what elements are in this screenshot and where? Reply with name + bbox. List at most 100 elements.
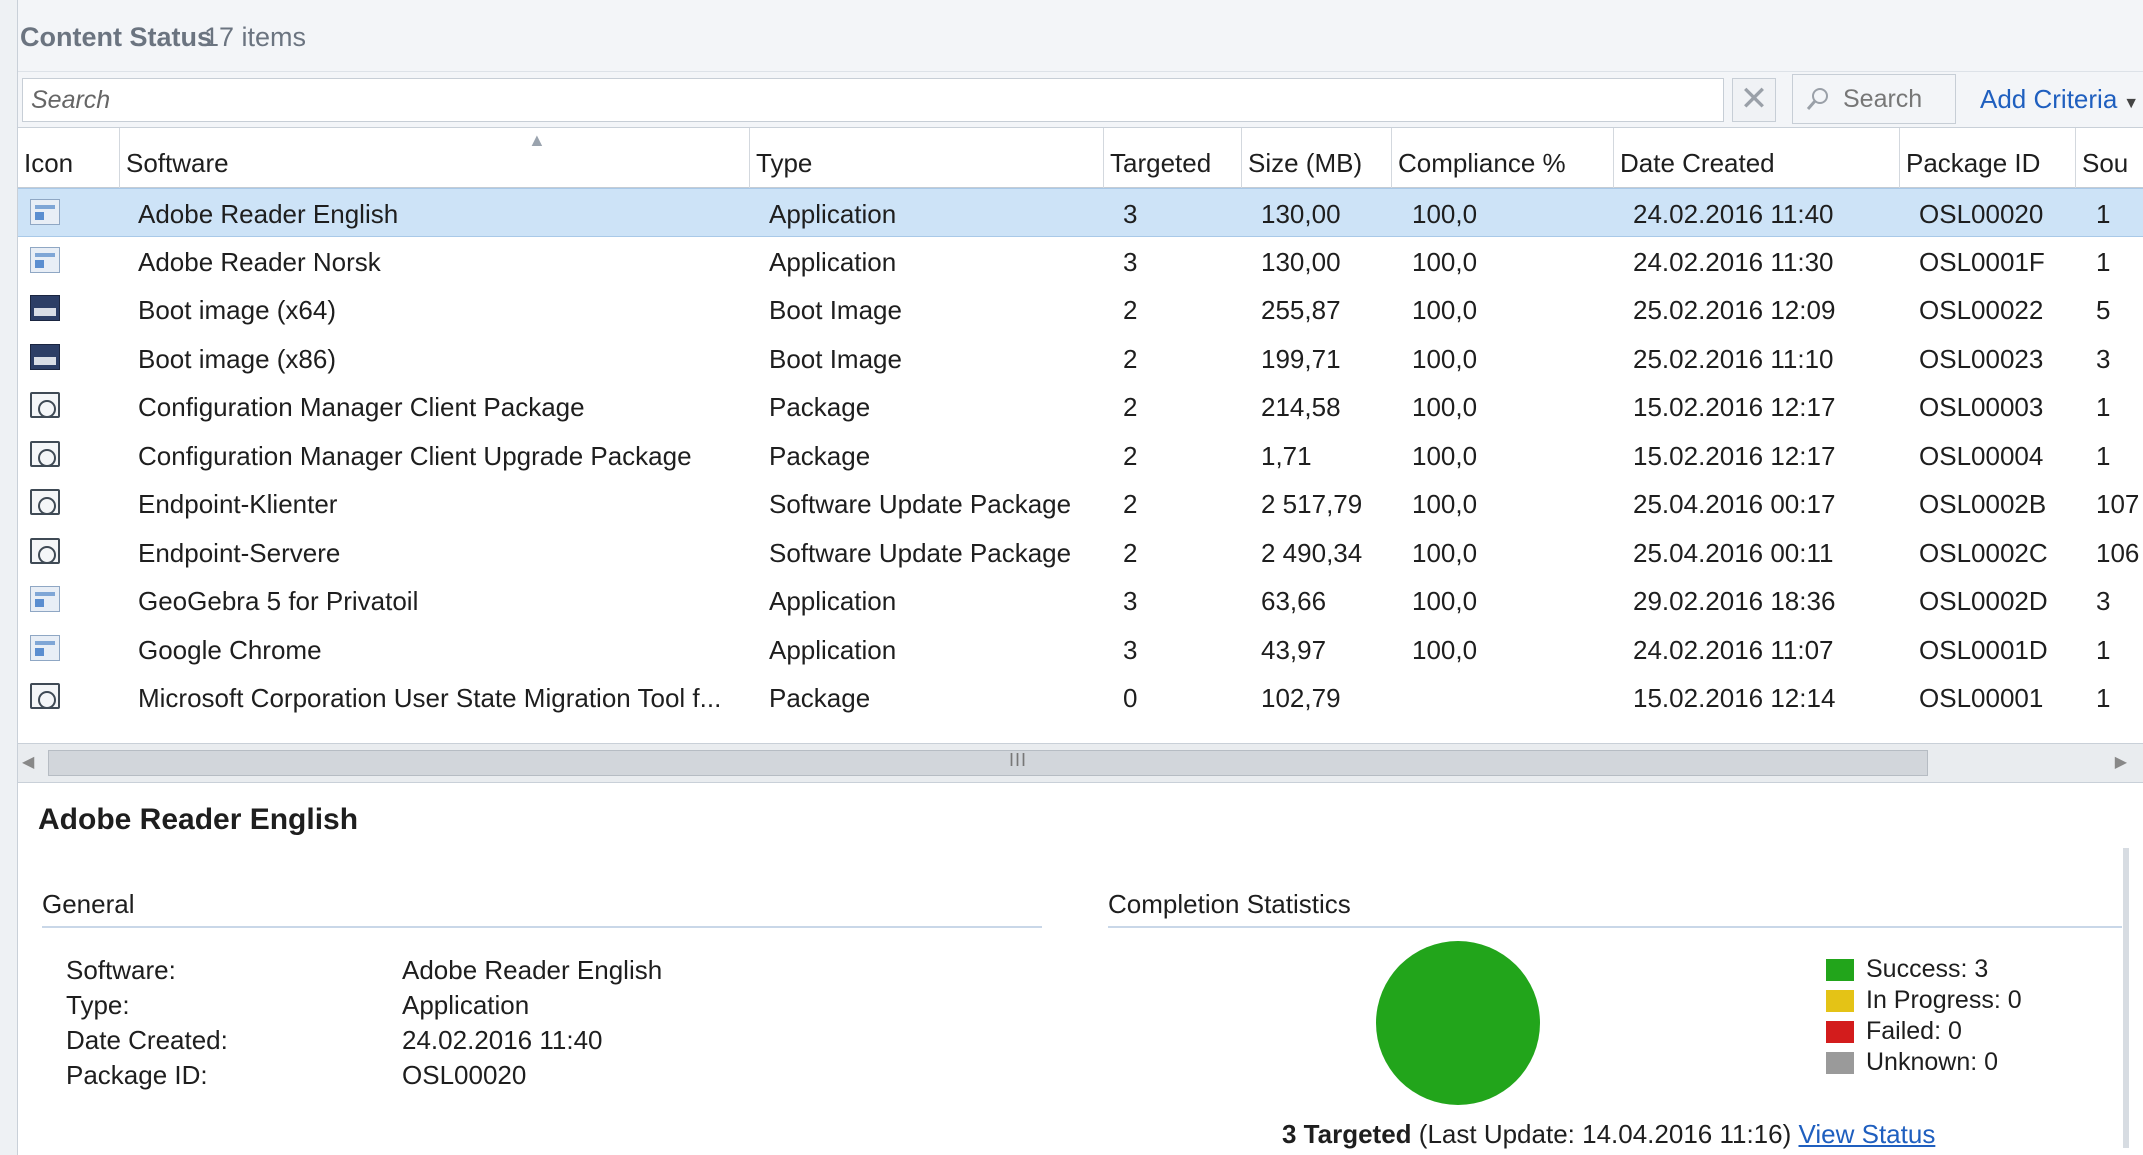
- table-row[interactable]: Boot image (x64) Boot Image 2 255,87 100,0 25…: [18, 285, 2143, 334]
- table-row[interactable]: Microsoft Corporation User State Migrati…: [18, 673, 2143, 722]
- targeted-count: 3 Targeted: [1282, 1119, 1412, 1149]
- boot-image-icon: [30, 295, 60, 321]
- field-value-type: Application: [402, 990, 530, 1020]
- cell-software: Boot image (x64): [138, 295, 336, 325]
- cell-size: 130,00: [1261, 199, 1341, 229]
- table-row[interactable]: Endpoint-Servere Software Update Package 2…: [18, 528, 2143, 577]
- legend-label-failed: Failed: 0: [1866, 1017, 1962, 1045]
- search-input[interactable]: [22, 78, 1724, 122]
- cell-targeted: 2: [1123, 440, 1138, 471]
- cell-compliance: 100,0: [1412, 295, 1478, 325]
- cell-compliance: 100,0: [1412, 199, 1478, 229]
- cell-software: Configuration Manager Client Package: [138, 392, 585, 422]
- table-row[interactable]: Adobe Reader English Application 3 130,00 10…: [18, 188, 2143, 237]
- cell-type: Package: [769, 683, 871, 713]
- cell-compliance: 100,0: [1412, 489, 1478, 519]
- cell-software: Configuration Manager Client Upgrade Pac…: [138, 440, 692, 471]
- table-row[interactable]: Boot image (x86) Boot Image 2 199,71 100,0 25…: [18, 334, 2143, 383]
- table-header: Icon ▲ Software Type Targeted Size (MB) C…: [18, 128, 2143, 188]
- cell-package-id: OSL0002C: [1919, 537, 2048, 568]
- table-row[interactable]: Endpoint-Klienter Software Update Package…: [18, 479, 2143, 528]
- table-row[interactable]: Google Chrome Application 3 43,97 100,0 24.02…: [18, 625, 2143, 674]
- column-header-source[interactable]: Sou: [2076, 128, 2143, 188]
- cell-package-id: OSL00020: [1919, 199, 2044, 229]
- column-header-date-created[interactable]: Date Created: [1614, 128, 1900, 188]
- content-status-window: Content Status 17 items ✕ Search Add Cri…: [0, 0, 2143, 1155]
- cell-source: 1: [2096, 392, 2111, 422]
- cell-targeted: 2: [1123, 295, 1138, 325]
- cell-compliance: 100,0: [1412, 634, 1478, 665]
- cell-size: 255,87: [1261, 295, 1341, 325]
- column-header-software[interactable]: ▲ Software: [120, 128, 750, 188]
- targeted-summary: 3 Targeted (Last Update: 14.04.2016 11:1…: [1282, 1119, 1935, 1150]
- cell-source: 1: [2096, 440, 2111, 471]
- scroll-left-icon[interactable]: ◀: [22, 752, 34, 772]
- cell-source: 107: [2096, 489, 2140, 519]
- column-header-icon[interactable]: Icon: [18, 128, 120, 188]
- application-icon: [30, 634, 60, 661]
- legend-label-success: Success: 3: [1866, 955, 1989, 983]
- package-icon: [30, 392, 60, 418]
- item-count: 17 items: [204, 22, 307, 52]
- application-icon: [30, 246, 60, 273]
- column-header-software-label: Software: [126, 148, 229, 178]
- cell-type: Application: [769, 246, 897, 277]
- cell-size: 2 490,34: [1261, 537, 1363, 568]
- column-header-type[interactable]: Type: [750, 128, 1104, 188]
- column-header-compliance[interactable]: Compliance %: [1392, 128, 1614, 188]
- table-row[interactable]: Configuration Manager Client Upgrade Pac…: [18, 431, 2143, 480]
- cell-targeted: 2: [1123, 392, 1138, 422]
- scrollbar-grip: III: [1009, 750, 1028, 770]
- field-label-software: Software:: [66, 955, 176, 985]
- package-icon: [30, 489, 60, 515]
- cell-compliance: 100,0: [1412, 343, 1478, 374]
- cell-package-id: OSL0001F: [1919, 246, 2045, 277]
- pie-slice: [1376, 941, 1540, 1105]
- scrollbar-thumb[interactable]: III: [48, 750, 1928, 776]
- cell-targeted: 2: [1123, 343, 1138, 374]
- clear-search-button[interactable]: ✕: [1732, 78, 1776, 122]
- boot-image-icon: [30, 343, 60, 370]
- cell-source: 1: [2096, 246, 2111, 277]
- cell-package-id: OSL00004: [1919, 440, 2044, 471]
- cell-size: 63,66: [1261, 586, 1327, 616]
- horizontal-scrollbar[interactable]: ◀ III ▶: [18, 743, 2143, 783]
- close-icon: ✕: [1739, 80, 1769, 118]
- cell-software: GeoGebra 5 for Privatoil: [138, 586, 419, 616]
- column-header-package-id[interactable]: Package ID: [1900, 128, 2076, 188]
- column-header-size[interactable]: Size (MB): [1242, 128, 1392, 188]
- legend-success: Success: 3: [1826, 955, 1988, 984]
- cell-source: 5: [2096, 295, 2111, 325]
- cell-type: Package: [769, 440, 871, 471]
- cell-software: Boot image (x86): [138, 343, 336, 374]
- table-row[interactable]: Configuration Manager Client Package Pack…: [18, 382, 2143, 431]
- table-row[interactable]: Adobe Reader Norsk Application 3 130,00 100,…: [18, 237, 2143, 286]
- left-border: [0, 0, 18, 1155]
- cell-type: Software Update Package: [769, 537, 1072, 568]
- cell-targeted: 3: [1123, 246, 1138, 277]
- cell-source: 3: [2096, 343, 2111, 374]
- cell-type: Software Update Package: [769, 489, 1072, 519]
- cell-targeted: 3: [1123, 199, 1138, 229]
- scroll-right-icon[interactable]: ▶: [2115, 752, 2127, 772]
- cell-software: Adobe Reader Norsk: [138, 246, 381, 277]
- cell-size: 43,97: [1261, 634, 1327, 665]
- cell-software: Adobe Reader English: [138, 199, 399, 229]
- table-row[interactable]: GeoGebra 5 for Privatoil Application 3 63,6…: [18, 576, 2143, 625]
- legend-in-progress: In Progress: 0: [1826, 986, 2022, 1015]
- legend-failed: Failed: 0: [1826, 1017, 1962, 1046]
- view-status-link[interactable]: View Status: [1799, 1119, 1936, 1149]
- column-header-targeted[interactable]: Targeted: [1104, 128, 1242, 188]
- legend-label-in-progress: In Progress: 0: [1866, 986, 2022, 1014]
- cell-date-created: 15.02.2016 12:17: [1633, 392, 1836, 422]
- add-criteria-label: Add Criteria: [1980, 84, 2118, 114]
- add-criteria-link[interactable]: Add Criteria ▼: [1980, 84, 2139, 115]
- cell-software: Google Chrome: [138, 634, 322, 665]
- details-title: Adobe Reader English: [38, 803, 359, 836]
- field-label-date-created: Date Created:: [66, 1025, 228, 1055]
- cell-compliance: 100,0: [1412, 392, 1478, 422]
- right-scrollbar[interactable]: [2123, 848, 2129, 1148]
- cell-size: 2 517,79: [1261, 489, 1363, 519]
- search-button[interactable]: Search: [1792, 74, 1956, 124]
- cell-software: Microsoft Corporation User State Migrati…: [138, 683, 722, 713]
